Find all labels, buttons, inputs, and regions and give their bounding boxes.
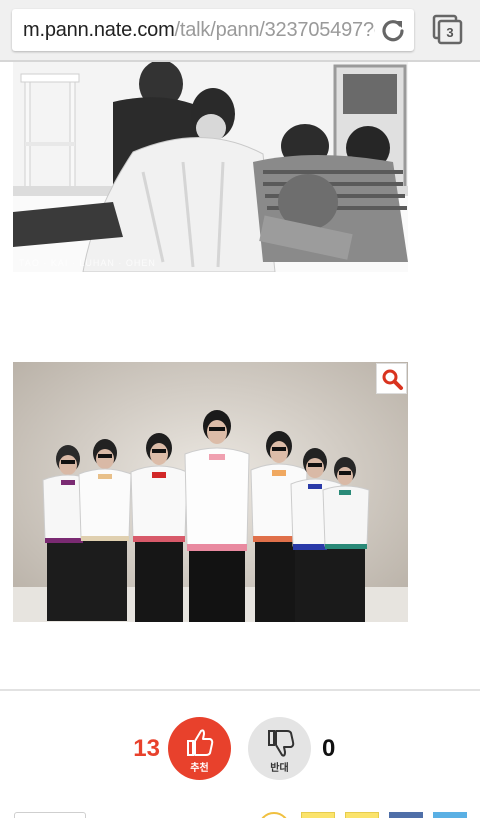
url-path: /talk/pann/323705497?c	[174, 20, 375, 40]
upvote-button[interactable]: 추천	[168, 717, 231, 780]
tab-count: 3	[446, 25, 454, 40]
address-bar[interactable]: m.pann.nate.com/talk/pann/323705497?c	[12, 9, 414, 51]
share-facebook-icon[interactable]	[389, 812, 423, 818]
browser-toolbar: m.pann.nate.com/talk/pann/323705497?c 3	[0, 0, 480, 62]
photo-group-pose	[13, 362, 408, 622]
bottom-button-partial[interactable]	[14, 812, 86, 818]
url-host: m.pann.nate.com	[23, 20, 175, 40]
section-divider	[0, 689, 480, 691]
share-kakaostory-icon[interactable]	[301, 812, 335, 818]
post-image-2[interactable]	[13, 362, 408, 622]
photo-bedroom-scene	[13, 62, 408, 272]
url-text[interactable]: m.pann.nate.com/talk/pann/323705497?c	[23, 20, 375, 40]
downvote-label: 반대	[270, 763, 289, 774]
post-image-1[interactable]: TAO · KAI · LUHAN · OHEN	[13, 62, 408, 272]
downvote-count: 0	[322, 735, 336, 762]
photo-caption: TAO · KAI · LUHAN · OHEN	[19, 258, 156, 268]
share-twitter-icon[interactable]	[433, 812, 467, 818]
upvote-label: 추천	[190, 763, 209, 774]
upvote-count: 13	[133, 735, 160, 762]
share-kakaotalk-icon[interactable]	[345, 812, 379, 818]
reload-icon[interactable]	[380, 17, 406, 43]
emoji-icon[interactable]	[258, 812, 290, 818]
magnifier-icon	[382, 369, 403, 390]
zoom-button[interactable]	[376, 363, 407, 394]
downvote-button[interactable]: 반대	[248, 717, 311, 780]
